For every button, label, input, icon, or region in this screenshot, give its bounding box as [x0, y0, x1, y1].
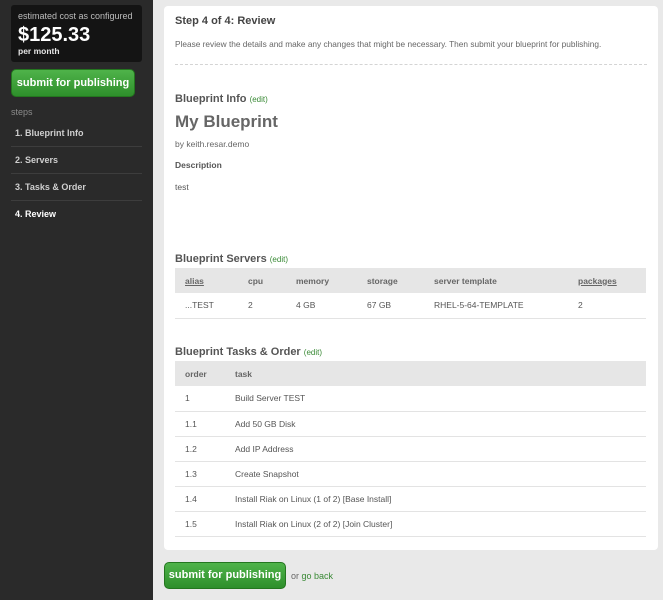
task-name: Add IP Address	[225, 436, 646, 462]
page-title: Step 4 of 4: Review	[175, 15, 276, 27]
task-order: 1.3	[175, 461, 225, 487]
server-storage: 67 GB	[357, 293, 424, 319]
task-name: Build Server TEST	[225, 386, 646, 412]
table-header-row: order task	[175, 361, 646, 386]
column-storage: storage	[357, 268, 424, 293]
steps-label: steps	[11, 107, 33, 117]
column-memory: memory	[286, 268, 357, 293]
blueprint-servers-heading: Blueprint Servers (edit)	[175, 253, 288, 265]
task-order: 1	[175, 386, 225, 412]
cost-value: $125.33	[18, 24, 91, 46]
go-back-text: or go back	[291, 571, 333, 581]
cost-summary: estimated cost as configured $125.33 per…	[11, 5, 142, 62]
step-servers[interactable]: 2. Servers	[11, 147, 142, 174]
column-cpu: cpu	[238, 268, 286, 293]
tasks-table: order task 1 Build Server TEST 1.1 Add 5…	[175, 361, 646, 537]
server-packages: 2	[568, 293, 646, 319]
step-tasks-order[interactable]: 3. Tasks & Order	[11, 174, 142, 201]
step-review[interactable]: 4. Review	[11, 201, 142, 228]
edit-blueprint-info-link[interactable]: (edit)	[250, 95, 268, 104]
task-order: 1.2	[175, 436, 225, 462]
step-blueprint-info[interactable]: 1. Blueprint Info	[11, 120, 142, 147]
table-row: 1.2 Add IP Address	[175, 436, 646, 462]
task-name: Add 50 GB Disk	[225, 411, 646, 437]
server-cpu: 2	[238, 293, 286, 319]
table-row: 1.4 Install Riak on Linux (1 of 2) [Base…	[175, 486, 646, 512]
review-panel: Step 4 of 4: Review Please review the de…	[164, 6, 658, 550]
column-packages[interactable]: packages	[568, 268, 646, 293]
go-back-link[interactable]: go back	[302, 571, 334, 581]
server-alias: ...TEST	[175, 293, 238, 319]
submit-for-publishing-button[interactable]: submit for publishing	[11, 69, 135, 97]
table-row: 1.5 Install Riak on Linux (2 of 2) [Join…	[175, 511, 646, 537]
blueprint-servers-title: Blueprint Servers	[175, 253, 267, 265]
or-text: or	[291, 571, 300, 581]
step-list: 1. Blueprint Info 2. Servers 3. Tasks & …	[11, 120, 142, 228]
table-row: 1.1 Add 50 GB Disk	[175, 411, 646, 437]
servers-table: alias cpu memory storage server template…	[175, 268, 646, 319]
blueprint-info-heading: Blueprint Info (edit)	[175, 93, 268, 105]
blueprint-info-title: Blueprint Info	[175, 93, 247, 105]
task-name: Install Riak on Linux (2 of 2) [Join Clu…	[225, 511, 646, 537]
table-row: 1.3 Create Snapshot	[175, 461, 646, 487]
footer-actions: submit for publishing or go back	[164, 562, 464, 589]
server-memory: 4 GB	[286, 293, 357, 319]
blueprint-author: by keith.resar.demo	[175, 139, 250, 149]
submit-for-publishing-button-bottom[interactable]: submit for publishing	[164, 562, 286, 589]
task-order: 1.1	[175, 411, 225, 437]
description-label: Description	[175, 160, 222, 170]
column-order: order	[175, 361, 225, 386]
edit-blueprint-tasks-link[interactable]: (edit)	[304, 348, 322, 357]
table-header-row: alias cpu memory storage server template…	[175, 268, 646, 293]
task-order: 1.5	[175, 511, 225, 537]
column-alias[interactable]: alias	[175, 268, 238, 293]
description-value: test	[175, 182, 189, 192]
cost-period: per month	[18, 46, 60, 56]
blueprint-tasks-title: Blueprint Tasks & Order	[175, 346, 301, 358]
task-name: Create Snapshot	[225, 461, 646, 487]
table-row: 1 Build Server TEST	[175, 386, 646, 412]
task-order: 1.4	[175, 486, 225, 512]
divider	[175, 64, 647, 65]
cost-label: estimated cost as configured	[18, 11, 133, 21]
blueprint-name: My Blueprint	[175, 112, 278, 131]
server-template: RHEL-5-64-TEMPLATE	[424, 293, 568, 319]
intro-text: Please review the details and make any c…	[175, 39, 602, 49]
column-server-template: server template	[424, 268, 568, 293]
sidebar: estimated cost as configured $125.33 per…	[0, 0, 153, 600]
column-task: task	[225, 361, 646, 386]
task-name: Install Riak on Linux (1 of 2) [Base Ins…	[225, 486, 646, 512]
table-row: ...TEST 2 4 GB 67 GB RHEL-5-64-TEMPLATE …	[175, 293, 646, 319]
blueprint-tasks-heading: Blueprint Tasks & Order (edit)	[175, 346, 322, 358]
edit-blueprint-servers-link[interactable]: (edit)	[270, 255, 288, 264]
